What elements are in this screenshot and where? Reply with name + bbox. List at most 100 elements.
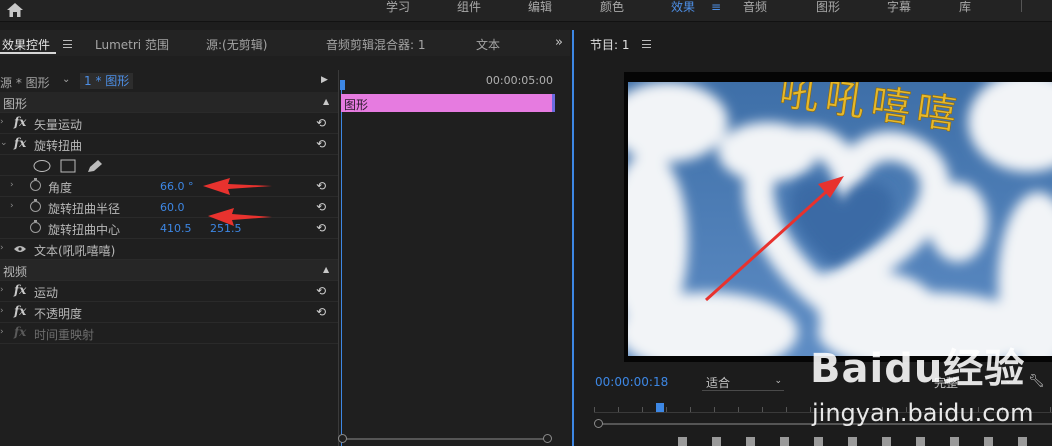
chevron-right-icon[interactable]: › [0,285,4,295]
scroll-handle-right[interactable] [543,434,552,443]
tab-lumetri-scopes[interactable]: Lumetri 范围 [95,36,169,53]
reset-icon[interactable]: ⟲ [316,221,326,235]
tab-text[interactable]: 文本 [476,36,500,53]
angle-value[interactable]: 66.0 ° [160,180,194,193]
go-to-in-button[interactable] [780,437,789,446]
chevron-right-icon[interactable]: › [10,180,14,190]
tab-audio-clip-mixer[interactable]: 音频剪辑混合器: 1 [326,36,426,53]
home-icon[interactable] [6,2,24,18]
rectangle-mask-icon[interactable] [60,159,76,173]
effect-row-motion[interactable]: › fx 运动 ⟲ [0,281,338,302]
eye-icon[interactable] [14,245,26,253]
section-label: 视频 [3,265,28,279]
chevron-down-icon[interactable]: ⌄ [62,74,70,85]
workspace-tab-effects[interactable]: 效果 [669,0,697,18]
reset-icon[interactable]: ⟲ [316,137,326,151]
timeline-scrollbar[interactable] [338,434,554,444]
chevron-right-icon[interactable]: › [0,117,4,127]
playhead-timecode[interactable]: 00:00:00:18 [595,375,668,389]
effect-row-opacity[interactable]: › fx 不透明度 ⟲ [0,302,338,323]
property-row-angle[interactable]: › 角度 66.0 ° ⟲ [0,176,338,197]
workspace-tab-captions[interactable]: 字幕 [885,0,913,18]
layer-row-text[interactable]: › 文本(吼吼嘻嘻) [0,239,338,260]
timeline-clip[interactable]: 图形 [341,94,555,112]
section-graphics[interactable]: 图形 ▲ [0,92,338,113]
tab-effect-controls[interactable]: 效果控件 [2,36,50,53]
twirl-center-y-value[interactable]: 251.5 [210,222,242,235]
menu-icon[interactable]: ≡ [711,0,721,14]
effect-label: 旋转扭曲 [34,139,83,153]
clip-label: 图形 [344,98,369,112]
effect-controls-panel: 效果控件 Lumetri 范围 源:(无剪辑) 音频剪辑混合器: 1 文本 » … [0,30,570,446]
panel-menu-icon[interactable] [642,40,651,48]
effect-timeline[interactable]: 00:00:05:00 图形 [338,70,555,446]
twirl-center-x-value[interactable]: 410.5 [160,222,192,235]
layer-label: 文本(吼吼嘻嘻) [34,244,116,258]
monitor-title[interactable]: 节目: 1 [590,36,630,53]
play-icon[interactable]: ▶ [321,75,328,85]
source-selector-row: 源 * 图形 ⌄ 1 * 图形 ▶ [0,70,338,92]
workspace-tab-color[interactable]: 颜色 [598,0,626,18]
fx-icon[interactable]: fx [14,136,26,150]
reset-icon[interactable]: ⟲ [316,200,326,214]
mark-in-button[interactable] [712,437,721,446]
collapse-icon[interactable]: ▲ [323,265,329,274]
chevron-right-icon[interactable]: › [0,306,4,316]
mask-tools [33,159,102,173]
reset-icon[interactable]: ⟲ [316,116,326,130]
effect-row-time-remap[interactable]: › fx 时间重映射 [0,323,338,344]
scroll-handle-left[interactable] [338,434,347,443]
add-marker-button[interactable] [678,437,687,446]
chevron-right-icon[interactable]: › [0,327,4,337]
mark-out-button[interactable] [746,437,755,446]
fx-icon[interactable]: fx [14,304,26,318]
reset-icon[interactable]: ⟲ [316,179,326,193]
workspace-tab-assembly[interactable]: 组件 [455,0,483,18]
playhead-handle[interactable] [340,80,345,90]
workspace-tab-graphics[interactable]: 图形 [814,0,842,18]
effect-row-vector-motion[interactable]: › fx 矢量运动 ⟲ [0,113,338,134]
twirl-radius-value[interactable]: 60.0 [160,201,185,214]
workspace-tab-learn[interactable]: 学习 [384,0,412,18]
sequence-label[interactable]: 1 * 图形 [80,73,134,89]
property-row-twirl-radius[interactable]: › 旋转扭曲半径 60.0 ⟲ [0,197,338,218]
chevron-down-icon[interactable]: ⌄ [0,138,8,148]
effect-label: 运动 [34,286,59,300]
workspace-tab-audio[interactable]: 音频 [741,0,769,18]
scrollbar-track[interactable] [344,438,548,440]
watermark-url: jingyan.baidu.com [812,399,1034,427]
stopwatch-icon[interactable] [30,220,41,233]
stopwatch-icon[interactable] [30,199,41,212]
effect-row-twirl[interactable]: ⌄ fx 旋转扭曲 ⟲ [0,134,338,155]
scroll-handle-left[interactable] [594,419,603,428]
stopwatch-icon[interactable] [30,178,41,191]
video-frame[interactable]: 吼吼嘻嘻 [624,72,1052,362]
chevron-right-icon[interactable]: › [10,201,14,211]
reset-icon[interactable]: ⟲ [316,284,326,298]
property-label: 旋转扭曲中心 [48,223,121,237]
fx-icon[interactable]: fx [14,283,26,297]
pen-mask-icon[interactable] [88,160,102,172]
chevron-double-right-icon[interactable]: » [555,35,563,50]
workspace-tab-editing[interactable]: 编辑 [526,0,554,18]
property-label: 旋转扭曲半径 [48,202,121,216]
source-clip-label[interactable]: 源 * 图形 [0,74,50,91]
chevron-right-icon[interactable]: › [0,243,4,253]
chevron-down-icon[interactable]: ⌄ [774,376,782,386]
active-tab-indicator [0,52,56,54]
fx-icon[interactable]: fx [14,115,26,129]
playhead-handle[interactable] [656,403,664,412]
panel-menu-icon[interactable] [63,40,72,48]
collapse-icon[interactable]: ▲ [323,97,329,106]
panel-tab-bar: 效果控件 Lumetri 范围 源:(无剪辑) 音频剪辑混合器: 1 文本 » [0,30,570,56]
playhead-line [341,90,342,446]
clip-end-handle[interactable] [552,94,555,112]
section-video[interactable]: 视频 ▲ [0,260,338,281]
reset-icon[interactable]: ⟲ [316,305,326,319]
timeline-ruler[interactable]: 00:00:05:00 [339,70,555,92]
ellipse-mask-icon[interactable] [33,160,51,172]
workspace-tab-libraries[interactable]: 库 [957,0,973,18]
zoom-select[interactable]: 适合 ⌄ [702,373,784,391]
property-row-twirl-center[interactable]: 旋转扭曲中心 410.5 251.5 ⟲ [0,218,338,239]
tab-source[interactable]: 源:(无剪辑) [206,36,267,53]
